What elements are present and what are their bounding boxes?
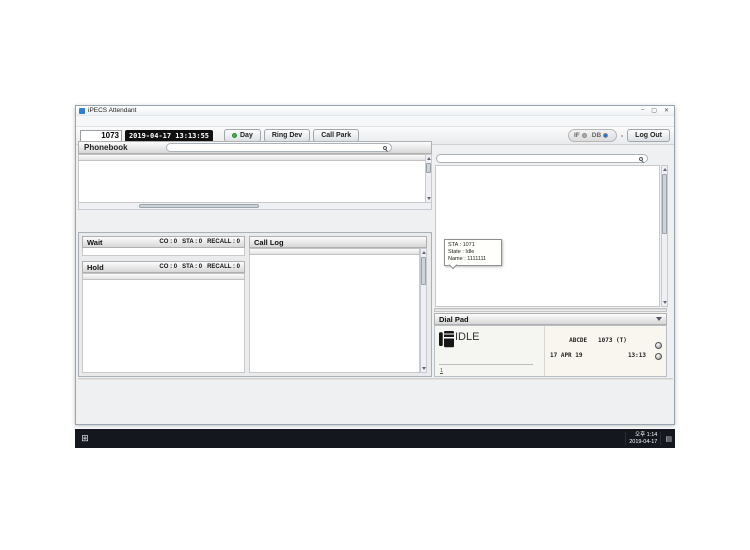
dial-pad-title: Dial Pad <box>439 315 469 324</box>
station-vscrollbar[interactable] <box>661 165 668 307</box>
search-icon <box>383 146 387 150</box>
phonebook-column-headers[interactable] <box>78 154 432 161</box>
vscroll-thumb[interactable] <box>662 174 667 234</box>
wait-hold-column: Wait CO : 0 STA : 0 RECALL : 0 Hold CO :… <box>82 236 245 373</box>
scroll-down-icon[interactable] <box>422 367 426 370</box>
tooltip-state: State : Idle <box>448 249 498 256</box>
if-label: IF <box>574 132 580 139</box>
call-log-table <box>249 255 420 373</box>
dial-pad-header[interactable]: Dial Pad <box>434 313 667 325</box>
clock-date: 2019-04-17 <box>629 439 657 446</box>
system-tray: 오후 1:14 2019-04-17 ▤ <box>621 432 672 446</box>
if-status-dot <box>582 133 587 138</box>
hold-stats: CO : 0 STA : 0 RECALL : 0 <box>159 264 240 270</box>
search-icon <box>639 157 643 161</box>
station-tooltip: STA : 1071 State : Idle Name : 1111111 <box>444 239 502 266</box>
day-mode-label: Day <box>240 132 253 139</box>
wait-header: Wait CO : 0 STA : 0 RECALL : 0 <box>82 236 245 248</box>
scroll-down-icon[interactable] <box>427 197 431 200</box>
dial-pad-body: IDLE 1 ABCDE 1073 (T) 17 APR 19 13:13 <box>434 325 667 377</box>
station-search-input[interactable] <box>436 154 648 163</box>
scroll-up-icon[interactable] <box>427 157 431 160</box>
call-log-column: Call Log <box>249 236 427 373</box>
phonebook-section: Phonebook <box>78 141 432 210</box>
chevron-down-icon[interactable] <box>656 317 662 321</box>
phonebook-search-input[interactable] <box>166 143 392 152</box>
scroll-up-icon[interactable] <box>422 251 426 254</box>
desktop: iPECS Attendant – ▢ ✕ 2019-04-17 13:13:5… <box>75 105 675 448</box>
divider <box>439 364 533 365</box>
phone-icon <box>439 331 454 347</box>
phonebook-header: Phonebook <box>78 141 432 154</box>
hold-list <box>82 280 245 373</box>
dial-pad-state: IDLE <box>455 331 479 343</box>
close-button[interactable]: ✕ <box>664 107 669 114</box>
taskbar-clock[interactable]: 오후 1:14 2019-04-17 <box>625 432 661 446</box>
tooltip-sta: STA : 1071 <box>448 242 498 249</box>
dial-pad-memo: 1 <box>440 368 443 374</box>
wait-hold-panel: Wait CO : 0 STA : 0 RECALL : 0 Hold CO :… <box>78 232 432 377</box>
station-grid <box>435 165 660 307</box>
title-bar[interactable]: iPECS Attendant – ▢ ✕ <box>76 106 674 116</box>
toolbar-icon-buttons <box>621 135 623 137</box>
lcd-time: 13:13 <box>628 352 646 359</box>
start-button[interactable]: ⊞ <box>78 434 92 443</box>
lcd-date: 17 APR 19 <box>550 352 583 359</box>
hold-title: Hold <box>87 263 104 272</box>
lcd-line1: ABCDE 1073 (T) <box>550 337 646 344</box>
taskbar: ⊞ 오후 1:14 2019-04-17 ▤ <box>75 429 675 448</box>
phonebook-hscrollbar[interactable] <box>78 203 432 210</box>
datetime-display: 2019-04-17 13:13:55 <box>125 130 213 142</box>
right-tab-bar <box>434 141 673 153</box>
menu-bar <box>76 116 674 127</box>
hold-header: Hold CO : 0 STA : 0 RECALL : 0 <box>82 261 245 273</box>
phonebook-table <box>78 161 432 203</box>
notification-center-icon[interactable]: ▤ <box>665 435 672 443</box>
panel-separator <box>434 308 667 312</box>
app-icon <box>79 108 85 114</box>
divider <box>78 378 673 381</box>
db-status-dot <box>603 133 608 138</box>
scroll-up-button[interactable] <box>655 342 662 349</box>
lcd-display: ABCDE 1073 (T) 17 APR 19 13:13 <box>545 326 651 376</box>
db-label: DB <box>592 132 601 139</box>
call-log-header: Call Log <box>249 236 427 248</box>
wait-stats: CO : 0 STA : 0 RECALL : 0 <box>159 239 240 245</box>
scroll-up-icon[interactable] <box>663 168 667 171</box>
window-title: iPECS Attendant <box>88 107 136 114</box>
lcd-nav-buttons <box>651 326 666 376</box>
day-status-dot <box>232 133 237 138</box>
clock-time: 오후 1:14 <box>629 432 657 439</box>
call-log-title: Call Log <box>254 238 284 247</box>
wait-list <box>82 248 245 256</box>
call-log-column-headers[interactable] <box>249 248 420 255</box>
dial-pad-state-area: IDLE 1 <box>435 326 545 376</box>
window-controls: – ▢ ✕ <box>641 107 671 114</box>
phonebook-vscrollbar[interactable] <box>425 154 432 203</box>
hscroll-thumb[interactable] <box>139 204 259 208</box>
hold-column-headers[interactable] <box>82 273 245 280</box>
scroll-down-icon[interactable] <box>663 301 667 304</box>
minimize-button[interactable]: – <box>641 107 644 114</box>
vscroll-thumb[interactable] <box>421 257 426 285</box>
scroll-down-button[interactable] <box>655 353 662 360</box>
tooltip-name: Name : 1111111 <box>448 256 498 263</box>
station-info-panel: STA : 1071 State : Idle Name : 1111111 D… <box>434 141 673 377</box>
vscroll-thumb[interactable] <box>426 163 431 173</box>
station-number-input[interactable] <box>80 130 122 142</box>
attendant-window: iPECS Attendant – ▢ ✕ 2019-04-17 13:13:5… <box>75 105 675 425</box>
phonebook-title: Phonebook <box>84 143 128 152</box>
wait-title: Wait <box>87 238 103 247</box>
maximize-button[interactable]: ▢ <box>651 107 657 114</box>
call-log-vscrollbar[interactable] <box>420 248 427 373</box>
